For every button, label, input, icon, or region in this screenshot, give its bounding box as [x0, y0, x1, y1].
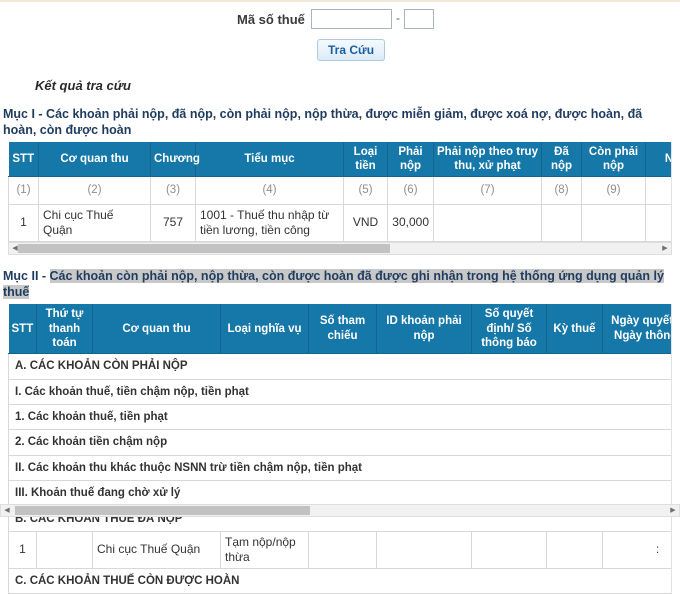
section1-horizontal-scrollbar[interactable]: ◀ ▶ — [8, 242, 672, 255]
lookup-button[interactable]: Tra Cứu — [317, 39, 385, 61]
col-header-phai-nop: Phải nộp — [388, 142, 434, 177]
group-label: I. Các khoản thuế, tiền chậm nộp, tiền p… — [9, 379, 673, 404]
cell-co-quan-thu: Chi cục Thuế Quận — [93, 531, 221, 568]
cell-id-khoan-phai-nop — [377, 531, 472, 568]
cell-nop-thua — [646, 204, 673, 241]
cell-tieu-muc: 1001 - Thuế thu nhập từ tiền lương, tiền… — [196, 204, 344, 241]
col-number: (1) — [9, 177, 39, 204]
cell-truy-thu — [434, 204, 542, 241]
col-number: (4) — [196, 177, 344, 204]
col-number: (2) — [39, 177, 151, 204]
tax-code-separator: - — [396, 11, 400, 25]
col-header-so-quyet-dinh: Số quyết định/ Số thông báo — [472, 304, 547, 354]
col-header-con-phai-nop: Còn phải nộp — [582, 142, 646, 177]
col-header-co-quan-thu: Cơ quan thu — [39, 142, 151, 177]
tax-code-suffix-input[interactable] — [404, 9, 434, 29]
section1-table: STT Cơ quan thu Chương Tiểu mục Loại tiề… — [8, 142, 672, 242]
tax-lookup-page: { "form": { "tax_code_label": "Mã số thu… — [0, 0, 680, 517]
group-row-a: A. CÁC KHOẢN CÒN PHẢI NỘP — [9, 354, 673, 379]
section2-table: STT Thứ tự thanh toán Cơ quan thu Loại n… — [8, 304, 672, 594]
col-header-tieu-muc: Tiểu mục — [196, 142, 344, 177]
group-row-iii: III. Khoản thuế đang chờ xử lý — [9, 481, 673, 506]
group-row-1: 1. Các khoản thuế, tiền phạt — [9, 405, 673, 430]
section1-number-row: (1) (2) (3) (4) (5) (6) (7) (8) (9) — [9, 177, 673, 204]
section2-heading: Mục II - Các khoản còn phải nộp, nộp thừ… — [3, 268, 677, 301]
col-header-co-quan-thu: Cơ quan thu — [93, 304, 221, 354]
h-scrollbar-thumb[interactable] — [15, 506, 310, 515]
table-row: 1 Chi cục Thuế Quận Tạm nộp/nộp thừa : — [9, 531, 673, 568]
col-header-loai-nghia-vu: Loại nghĩa vụ — [221, 304, 309, 354]
cell-da-nop — [542, 204, 582, 241]
scroll-right-arrow-icon[interactable]: ▶ — [659, 243, 671, 254]
col-header-ky-thue: Kỳ thuế — [547, 304, 603, 354]
section1-header-row: STT Cơ quan thu Chương Tiểu mục Loại tiề… — [9, 142, 673, 177]
col-number: (5) — [344, 177, 388, 204]
cell-con-phai-nop — [582, 204, 646, 241]
section2-header-row: STT Thứ tự thanh toán Cơ quan thu Loại n… — [9, 304, 673, 354]
page-horizontal-scrollbar[interactable]: ◀ ▶ — [0, 504, 680, 517]
col-header-ngay-quyet-dinh: Ngày quyết định/ Ngày thông báo — [603, 304, 673, 354]
col-number: (9) — [582, 177, 646, 204]
group-label: 2. Các khoản tiền chậm nộp — [9, 430, 673, 455]
col-header-da-nop: Đã nộp — [542, 142, 582, 177]
section2-heading-highlighted: Các khoản còn phải nộp, nộp thừa, còn đư… — [3, 269, 664, 299]
cell-chuong: 757 — [151, 204, 196, 241]
cell-phai-nop: 30,000 — [388, 204, 434, 241]
col-header-chuong: Chương — [151, 142, 196, 177]
section2-table-viewport: STT Thứ tự thanh toán Cơ quan thu Loại n… — [8, 304, 672, 594]
col-header-id-khoan-phai-nop: ID khoản phải nộp — [377, 304, 472, 354]
cell-thu-tu-thanh-toan — [37, 531, 93, 568]
col-header-so-tham-chieu: Số tham chiếu — [309, 304, 377, 354]
group-label: C. CÁC KHOẢN THUẾ CÒN ĐƯỢC HOÀN — [9, 568, 673, 593]
group-label: A. CÁC KHOẢN CÒN PHẢI NỘP — [9, 354, 673, 379]
group-row-i: I. Các khoản thuế, tiền chậm nộp, tiền p… — [9, 379, 673, 404]
table-row: 1 Chi cục Thuế Quận 757 1001 - Thuế thu … — [9, 204, 673, 241]
col-number: (8) — [542, 177, 582, 204]
cell-ngay-quyet-dinh: : — [603, 531, 673, 568]
cell-so-quyet-dinh — [472, 531, 547, 568]
cell-loai-nghia-vu: Tạm nộp/nộp thừa — [221, 531, 309, 568]
section1-heading: Mục I - Các khoản phải nộp, đã nộp, còn … — [3, 106, 677, 139]
col-number — [646, 177, 673, 204]
tax-code-input[interactable] — [311, 9, 392, 29]
col-header-stt: STT — [9, 304, 37, 354]
col-header-thu-tu-thanh-toan: Thứ tự thanh toán — [37, 304, 93, 354]
group-label: III. Khoản thuế đang chờ xử lý — [9, 481, 673, 506]
group-label: 1. Các khoản thuế, tiền phạt — [9, 405, 673, 430]
col-header-truy-thu: Phải nộp theo truy thu, xử phạt — [434, 142, 542, 177]
cell-stt: 1 — [9, 531, 37, 568]
col-header-loai-tien: Loại tiền — [344, 142, 388, 177]
col-number: (6) — [388, 177, 434, 204]
cell-so-tham-chieu — [309, 531, 377, 568]
section2-heading-prefix: Mục II - — [3, 269, 50, 283]
tax-code-label: Mã số thuế — [237, 12, 305, 27]
group-row-ii: II. Các khoản thu khác thuộc NSNN trừ ti… — [9, 455, 673, 480]
cell-stt: 1 — [9, 204, 39, 241]
col-header-stt: STT — [9, 142, 39, 177]
col-number: (3) — [151, 177, 196, 204]
cell-loai-tien: VND — [344, 204, 388, 241]
scroll-left-arrow-icon[interactable]: ◀ — [1, 505, 13, 516]
group-row-2: 2. Các khoản tiền chậm nộp — [9, 430, 673, 455]
group-row-c: C. CÁC KHOẢN THUẾ CÒN ĐƯỢC HOÀN — [9, 568, 673, 593]
scroll-right-arrow-icon[interactable]: ▶ — [667, 505, 679, 516]
cell-co-quan-thu: Chi cục Thuế Quận — [39, 204, 151, 241]
cell-ky-thue — [547, 531, 603, 568]
section1-table-viewport: STT Cơ quan thu Chương Tiểu mục Loại tiề… — [8, 142, 672, 242]
col-header-nop-thua: Nộp thừa — [646, 142, 673, 177]
results-title: Kết quả tra cứu — [35, 78, 680, 93]
tax-lookup-form: Mã số thuế - Tra Cứu — [0, 2, 680, 62]
col-number: (7) — [434, 177, 542, 204]
h-scrollbar-thumb[interactable] — [18, 244, 390, 253]
group-label: II. Các khoản thu khác thuộc NSNN trừ ti… — [9, 455, 673, 480]
